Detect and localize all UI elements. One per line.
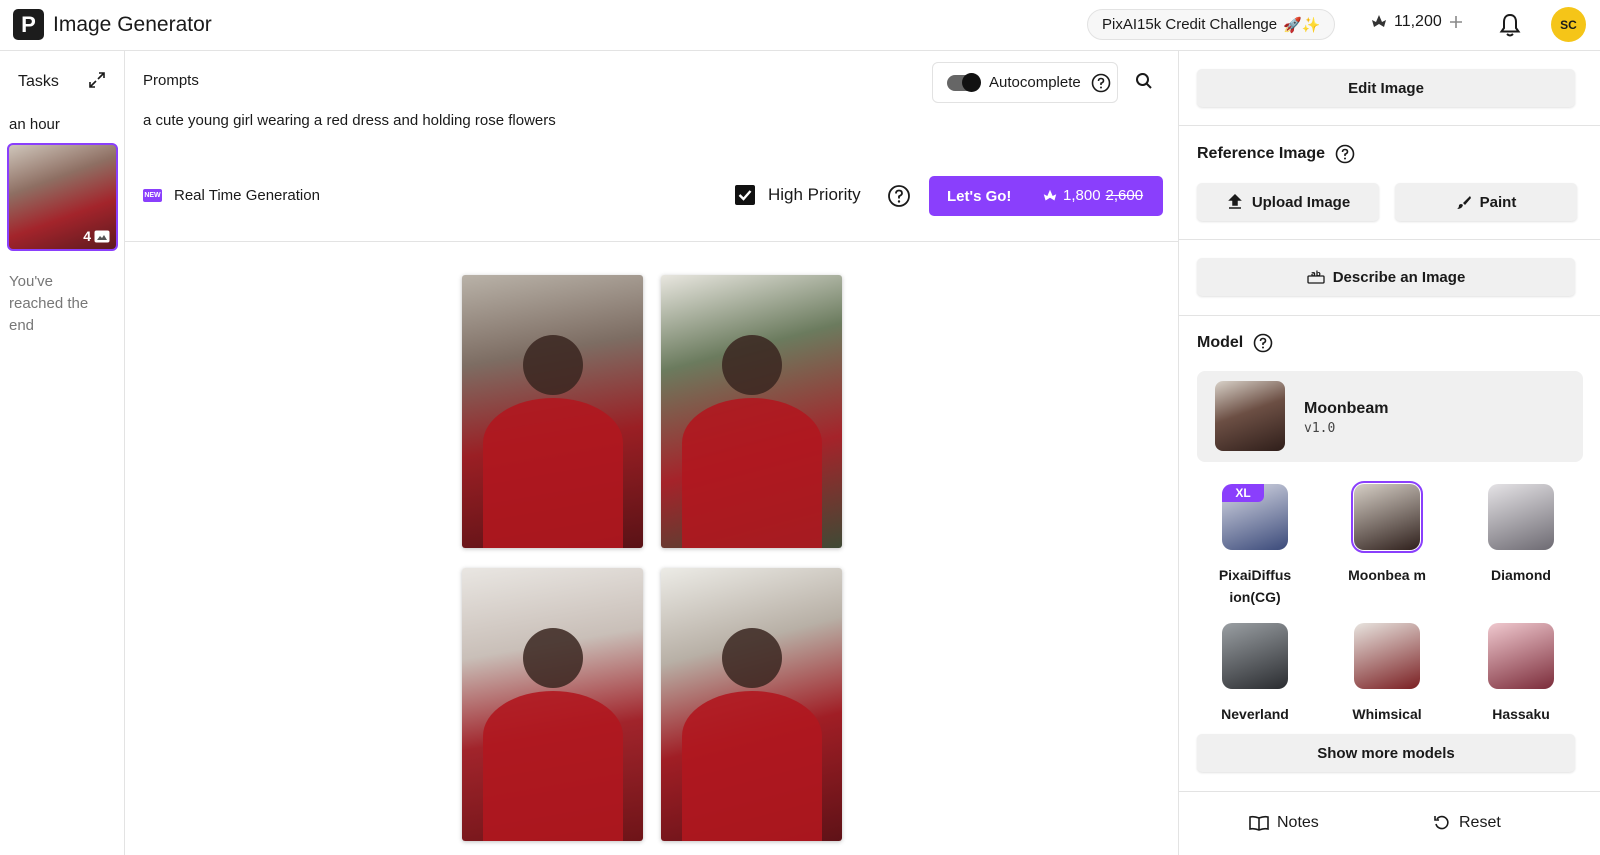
image-stack-icon — [94, 230, 110, 242]
help-icon[interactable] — [1253, 333, 1273, 353]
original-cost: 2,600 — [1105, 187, 1144, 204]
model-option[interactable]: Diamond — [1471, 484, 1571, 586]
high-priority-label: High Priority — [768, 185, 861, 204]
model-thumbnail — [1354, 623, 1420, 689]
generate-label: Let's Go! — [947, 187, 1012, 205]
challenge-label: PixAI15k Credit Challenge — [1102, 16, 1278, 33]
model-thumbnail — [1488, 623, 1554, 689]
model-thumbnail: XL — [1222, 484, 1288, 550]
model-version: v1.0 — [1304, 421, 1336, 436]
reference-image-title: Reference Image — [1197, 144, 1355, 164]
reset-icon — [1434, 815, 1449, 830]
search-icon[interactable] — [1134, 71, 1154, 91]
paint-button[interactable]: Paint — [1395, 183, 1577, 221]
tasks-sidebar: Tasks an hour 4 You've reached the end — [0, 51, 125, 855]
new-badge: NEW — [143, 189, 162, 202]
xl-badge: XL — [1222, 484, 1264, 502]
rocket-sparkle-icon: 🚀✨ — [1283, 16, 1321, 34]
edit-image-button[interactable]: Edit Image — [1197, 69, 1575, 107]
help-icon[interactable] — [1335, 144, 1355, 164]
high-priority-checkbox[interactable] — [735, 185, 755, 205]
model-option-label: Moonbea m — [1348, 567, 1426, 583]
model-option-label: Whimsical — [1352, 706, 1422, 722]
model-title: Model — [1197, 333, 1273, 353]
notes-button[interactable]: Notes — [1249, 814, 1319, 832]
upload-icon — [1228, 193, 1242, 209]
model-option[interactable]: Whimsical — [1337, 623, 1437, 725]
plus-icon[interactable] — [1448, 14, 1464, 30]
autocomplete-toggle[interactable]: Autocomplete — [932, 62, 1118, 103]
credit-icon — [1043, 189, 1057, 200]
generated-image[interactable] — [661, 568, 842, 841]
end-of-list-text: You've reached the end — [9, 273, 89, 334]
upload-image-button[interactable]: Upload Image — [1197, 183, 1379, 221]
credit-challenge-button[interactable]: PixAI15k Credit Challenge 🚀✨ — [1087, 9, 1336, 40]
app-title: Image Generator — [53, 13, 212, 36]
svg-text:ab: ab — [1311, 270, 1321, 278]
describe-image-button[interactable]: ab Describe an Image — [1197, 258, 1575, 296]
model-option[interactable]: Neverland — [1205, 623, 1305, 725]
brush-icon — [1456, 196, 1471, 209]
model-option-label: PixaiDiffus ion(CG) — [1218, 567, 1292, 605]
show-more-models-button[interactable]: Show more models — [1197, 734, 1575, 772]
results-grid — [125, 242, 1178, 855]
book-icon — [1249, 815, 1269, 831]
model-thumbnail — [1488, 484, 1554, 550]
task-thumbnail[interactable]: 4 — [7, 143, 118, 251]
selected-model-card[interactable]: Moonbeam v1.0 — [1197, 371, 1583, 462]
model-option-label: Neverland — [1221, 706, 1289, 722]
generate-cost: 1,800 2,600 — [1042, 187, 1143, 204]
help-icon[interactable] — [1091, 73, 1111, 93]
reset-button[interactable]: Reset — [1433, 814, 1501, 832]
generated-image[interactable] — [661, 275, 842, 548]
settings-panel: Edit Image Reference Image Upload Image … — [1178, 51, 1600, 855]
task-image-count: 4 — [83, 228, 110, 244]
generated-image[interactable] — [462, 275, 643, 548]
app-logo[interactable]: P — [13, 9, 44, 40]
generated-image[interactable] — [462, 568, 643, 841]
top-bar: P Image Generator PixAI15k Credit Challe… — [0, 0, 1600, 51]
model-option[interactable]: Hassaku — [1471, 623, 1571, 725]
model-option-label: Hassaku — [1492, 706, 1550, 722]
model-thumbnail — [1222, 623, 1288, 689]
realtime-generation-link[interactable]: Real Time Generation — [174, 187, 320, 204]
model-name: Moonbeam — [1304, 400, 1389, 417]
generate-button[interactable]: Let's Go! 1,800 2,600 — [929, 176, 1163, 216]
tasks-title: Tasks — [18, 73, 59, 90]
credit-icon — [1372, 15, 1386, 27]
expand-icon[interactable] — [88, 71, 106, 89]
prompt-panel: Prompts Autocomplete a cute young girl w… — [125, 51, 1178, 242]
model-option-label: Diamond — [1491, 567, 1551, 583]
user-avatar[interactable]: SC — [1551, 7, 1586, 42]
autocomplete-label: Autocomplete — [989, 74, 1081, 91]
toggle-switch[interactable] — [947, 72, 981, 92]
bell-icon[interactable] — [1496, 11, 1524, 39]
prompt-input[interactable]: a cute young girl wearing a red dress an… — [143, 112, 556, 129]
prompts-label: Prompts — [143, 72, 199, 89]
model-option[interactable]: XL PixaiDiffus ion(CG) — [1205, 484, 1305, 608]
model-thumbnail — [1215, 381, 1285, 451]
task-time-label: an hour — [9, 116, 60, 133]
text-scan-icon: ab — [1307, 270, 1325, 284]
help-icon[interactable] — [887, 184, 911, 208]
checkmark-icon — [738, 190, 752, 201]
credit-balance[interactable]: 11,200 — [1370, 13, 1464, 31]
model-option[interactable]: Moonbea m — [1337, 481, 1437, 586]
model-thumbnail — [1351, 481, 1423, 553]
credit-amount: 11,200 — [1394, 13, 1442, 30]
